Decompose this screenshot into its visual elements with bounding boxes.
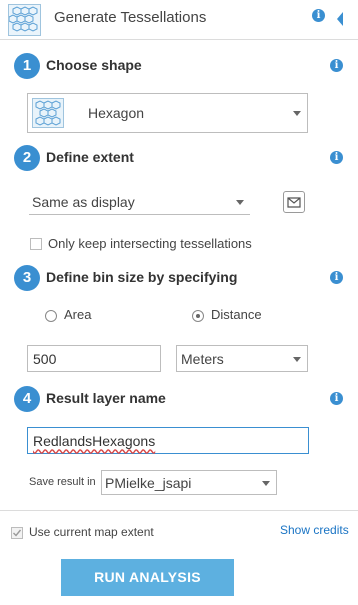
chevron-down-icon <box>262 480 270 486</box>
save-folder-value: PMielke_jsapi <box>105 474 192 491</box>
hexagon-grid-icon <box>8 4 41 36</box>
step-result-name: 4 Result layer name <box>14 386 314 412</box>
step-label: Result layer name <box>46 390 166 406</box>
result-name-value: RedlandsHexagons <box>33 432 156 449</box>
step-number: 4 <box>14 386 40 412</box>
step-number: 2 <box>14 145 40 171</box>
info-icon[interactable]: i <box>330 59 343 72</box>
current-extent-label: Use current map extent <box>29 525 154 539</box>
chevron-down-icon <box>293 356 301 362</box>
step-bin-size: 3 Define bin size by specifying <box>14 265 314 291</box>
unit-select-value: Meters <box>181 350 224 367</box>
hexagon-grid-icon <box>32 98 64 128</box>
info-icon[interactable]: i <box>330 271 343 284</box>
info-icon[interactable]: i <box>330 392 343 405</box>
step-choose-shape: 1 Choose shape <box>14 53 314 79</box>
info-icon[interactable]: i <box>330 151 343 164</box>
intersect-checkbox[interactable] <box>30 238 42 250</box>
step-number: 3 <box>14 265 40 291</box>
step-label: Define extent <box>46 149 134 165</box>
panel-title: Generate Tessellations <box>54 9 207 26</box>
step-define-extent: 2 Define extent <box>14 145 314 171</box>
step-label: Define bin size by specifying <box>46 269 238 285</box>
current-extent-checkbox[interactable] <box>11 527 23 539</box>
distance-radio-label: Distance <box>211 307 262 322</box>
shape-select[interactable]: Hexagon <box>27 93 308 133</box>
unit-select[interactable]: Meters <box>176 345 308 372</box>
distance-radio[interactable] <box>192 310 204 322</box>
intersect-label: Only keep intersecting tessellations <box>48 236 252 251</box>
chevron-down-icon <box>236 200 244 205</box>
collapse-arrow-icon[interactable] <box>334 10 346 28</box>
save-result-label: Save result in <box>29 476 96 488</box>
show-credits-link[interactable]: Show credits <box>280 523 349 537</box>
footer-divider <box>0 510 358 511</box>
run-analysis-button[interactable]: RUN ANALYSIS <box>61 559 234 596</box>
panel-header: Generate Tessellations i <box>0 0 358 40</box>
info-icon[interactable]: i <box>312 9 325 22</box>
area-radio[interactable] <box>45 310 57 322</box>
draw-extent-icon[interactable] <box>283 191 305 213</box>
radio-selected-dot <box>196 314 200 318</box>
extent-select[interactable]: Same as display <box>29 190 250 215</box>
result-name-input[interactable]: RedlandsHexagons <box>27 427 309 454</box>
extent-select-value: Same as display <box>32 194 135 210</box>
bin-size-value: 500 <box>33 350 57 367</box>
area-radio-label: Area <box>64 307 92 322</box>
bin-size-input[interactable]: 500 <box>27 345 161 372</box>
step-number: 1 <box>14 53 40 79</box>
step-label: Choose shape <box>46 57 142 73</box>
save-folder-select[interactable]: PMielke_jsapi <box>101 470 277 495</box>
chevron-down-icon <box>293 111 301 116</box>
shape-select-value: Hexagon <box>88 105 145 121</box>
